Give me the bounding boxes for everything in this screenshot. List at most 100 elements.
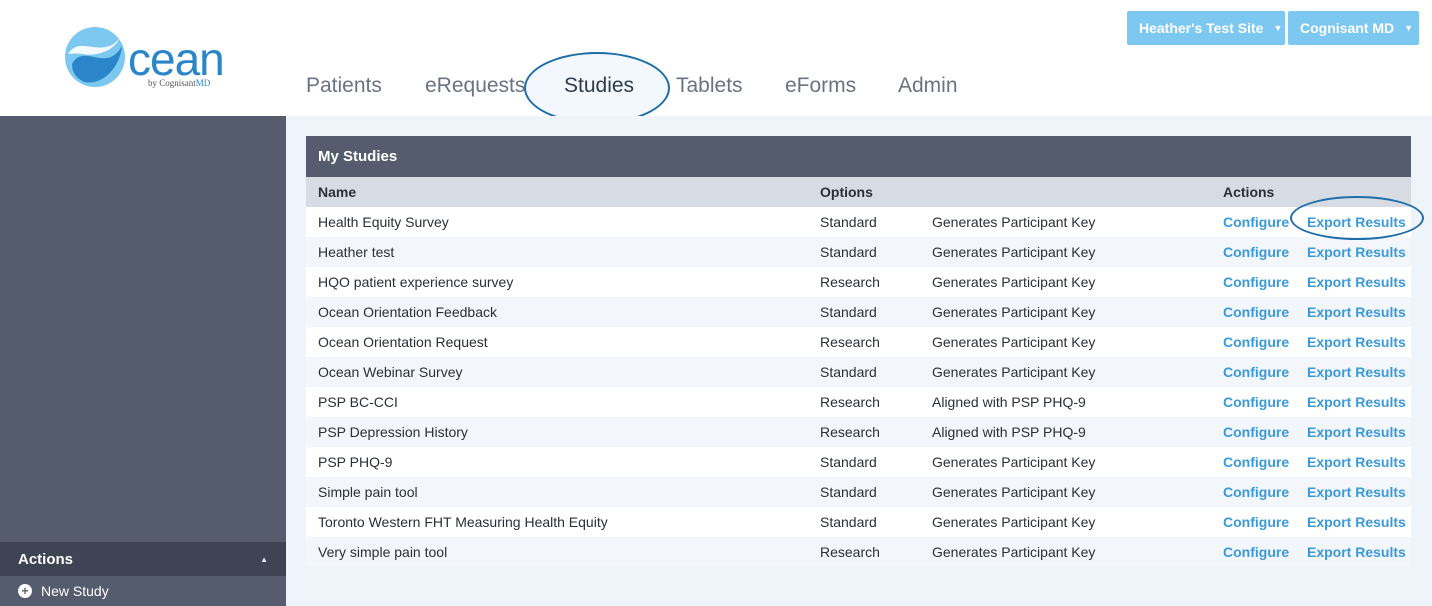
new-study-label: New Study bbox=[41, 583, 109, 599]
sidebar: Actions ▲ + New Study bbox=[0, 116, 286, 606]
study-key-option: Generates Participant Key bbox=[932, 274, 1096, 290]
configure-link[interactable]: Configure bbox=[1223, 394, 1289, 410]
study-key-option: Generates Participant Key bbox=[932, 364, 1096, 380]
export-results-link[interactable]: Export Results bbox=[1307, 364, 1406, 380]
export-results-link[interactable]: Export Results bbox=[1307, 394, 1406, 410]
configure-link[interactable]: Configure bbox=[1223, 544, 1289, 560]
study-key-option: Generates Participant Key bbox=[932, 244, 1096, 260]
configure-link[interactable]: Configure bbox=[1223, 424, 1289, 440]
account-dropdown-label: Cognisant MD bbox=[1300, 20, 1395, 36]
study-name: Toronto Western FHT Measuring Health Equ… bbox=[318, 514, 608, 530]
study-type: Research bbox=[820, 394, 880, 410]
export-results-link[interactable]: Export Results bbox=[1307, 514, 1406, 530]
study-type: Standard bbox=[820, 484, 877, 500]
nav-studies[interactable]: Studies bbox=[564, 74, 634, 98]
study-name: PSP BC-CCI bbox=[318, 394, 398, 410]
table-row: PSP BC-CCI Research Aligned with PSP PHQ-9… bbox=[306, 387, 1411, 417]
study-name: Simple pain tool bbox=[318, 484, 418, 500]
study-name: HQO patient experience survey bbox=[318, 274, 514, 290]
caret-down-icon: ▼ bbox=[1273, 23, 1283, 33]
study-key-option: Generates Participant Key bbox=[932, 214, 1096, 230]
nav-eforms[interactable]: eForms bbox=[785, 74, 856, 98]
sidebar-actions-header[interactable]: Actions ▲ bbox=[0, 542, 286, 576]
export-results-link[interactable]: Export Results bbox=[1307, 424, 1406, 440]
table-row: PSP PHQ-9 Standard Generates Participant K… bbox=[306, 447, 1411, 477]
study-key-option: Generates Participant Key bbox=[932, 304, 1096, 320]
study-type: Standard bbox=[820, 214, 877, 230]
export-results-link[interactable]: Export Results bbox=[1307, 454, 1406, 470]
study-key-option: Generates Participant Key bbox=[932, 484, 1096, 500]
export-results-link[interactable]: Export Results bbox=[1307, 544, 1406, 560]
nav-admin[interactable]: Admin bbox=[898, 74, 958, 98]
study-type: Research bbox=[820, 544, 880, 560]
study-name: Heather test bbox=[318, 244, 395, 260]
study-name: PSP Depression History bbox=[318, 424, 468, 440]
study-name: Health Equity Survey bbox=[318, 214, 449, 230]
configure-link[interactable]: Configure bbox=[1223, 364, 1289, 380]
study-key-option: Generates Participant Key bbox=[932, 334, 1096, 350]
logo-byline-suffix: MD bbox=[195, 78, 211, 88]
study-type: Standard bbox=[820, 364, 877, 380]
table-body: Health Equity Survey Standard Generates Pa… bbox=[306, 207, 1411, 567]
table-row: Very simple pain tool Research Generates P… bbox=[306, 537, 1411, 567]
logo-byline-prefix: by Cognisant bbox=[148, 78, 196, 88]
export-results-link[interactable]: Export Results bbox=[1307, 304, 1406, 320]
col-options: Options bbox=[820, 184, 873, 200]
panel-title: My Studies bbox=[306, 136, 1411, 177]
study-name: Ocean Orientation Request bbox=[318, 334, 488, 350]
table-row: Toronto Western FHT Measuring Health Equ… bbox=[306, 507, 1411, 537]
header: cean by CognisantMD Patients eRequests S… bbox=[0, 0, 1432, 124]
study-type: Standard bbox=[820, 514, 877, 530]
study-name: Ocean Webinar Survey bbox=[318, 364, 463, 380]
export-results-link[interactable]: Export Results bbox=[1307, 334, 1406, 350]
table-row: Ocean Orientation Request Research Generat… bbox=[306, 327, 1411, 357]
new-study-link[interactable]: + New Study bbox=[0, 576, 286, 606]
configure-link[interactable]: Configure bbox=[1223, 214, 1289, 230]
study-type: Research bbox=[820, 334, 880, 350]
export-results-link[interactable]: Export Results bbox=[1307, 244, 1406, 260]
nav-erequests[interactable]: eRequests bbox=[425, 74, 525, 98]
table-row: Simple pain tool Standard Generates Partic… bbox=[306, 477, 1411, 507]
study-key-option: Aligned with PSP PHQ-9 bbox=[932, 394, 1086, 410]
nav-tablets[interactable]: Tablets bbox=[676, 74, 743, 98]
study-type: Standard bbox=[820, 304, 877, 320]
study-type: Standard bbox=[820, 244, 877, 260]
export-results-link[interactable]: Export Results bbox=[1307, 214, 1406, 230]
col-actions: Actions bbox=[1223, 184, 1275, 200]
nav-patients[interactable]: Patients bbox=[306, 74, 382, 98]
export-results-link[interactable]: Export Results bbox=[1307, 484, 1406, 500]
study-key-option: Aligned with PSP PHQ-9 bbox=[932, 424, 1086, 440]
export-results-link[interactable]: Export Results bbox=[1307, 274, 1406, 290]
col-name: Name bbox=[318, 184, 357, 200]
site-dropdown-label: Heather's Test Site bbox=[1139, 20, 1264, 36]
main-content: My Studies Name Options Actions Health E… bbox=[286, 116, 1432, 606]
study-type: Research bbox=[820, 424, 880, 440]
table-row: Ocean Orientation Feedback Standard Genera… bbox=[306, 297, 1411, 327]
site-dropdown-button[interactable]: Heather's Test Site ▼ bbox=[1127, 11, 1285, 45]
top-button-group: Heather's Test Site ▼ Cognisant MD ▼ bbox=[1127, 11, 1419, 45]
sidebar-actions-title: Actions bbox=[18, 550, 74, 568]
study-key-option: Generates Participant Key bbox=[932, 514, 1096, 530]
study-name: PSP PHQ-9 bbox=[318, 454, 393, 470]
my-studies-panel: My Studies Name Options Actions Health E… bbox=[306, 136, 1411, 567]
table-row: Heather test Standard Generates Participan… bbox=[306, 237, 1411, 267]
caret-down-icon: ▼ bbox=[1404, 23, 1414, 33]
table-row: Ocean Webinar Survey Standard Generates Pa… bbox=[306, 357, 1411, 387]
configure-link[interactable]: Configure bbox=[1223, 484, 1289, 500]
study-type: Research bbox=[820, 274, 880, 290]
ocean-logo[interactable]: cean by CognisantMD bbox=[62, 24, 232, 94]
configure-link[interactable]: Configure bbox=[1223, 514, 1289, 530]
logo-byline: by CognisantMD bbox=[148, 78, 210, 88]
configure-link[interactable]: Configure bbox=[1223, 334, 1289, 350]
configure-link[interactable]: Configure bbox=[1223, 274, 1289, 290]
table-row: PSP Depression History Research Aligned wi… bbox=[306, 417, 1411, 447]
study-key-option: Generates Participant Key bbox=[932, 454, 1096, 470]
study-type: Standard bbox=[820, 454, 877, 470]
configure-link[interactable]: Configure bbox=[1223, 304, 1289, 320]
table-header: Name Options Actions bbox=[306, 177, 1411, 207]
account-dropdown-button[interactable]: Cognisant MD ▼ bbox=[1288, 11, 1419, 45]
ocean-wave-icon bbox=[65, 27, 125, 87]
configure-link[interactable]: Configure bbox=[1223, 454, 1289, 470]
study-name: Ocean Orientation Feedback bbox=[318, 304, 497, 320]
configure-link[interactable]: Configure bbox=[1223, 244, 1289, 260]
